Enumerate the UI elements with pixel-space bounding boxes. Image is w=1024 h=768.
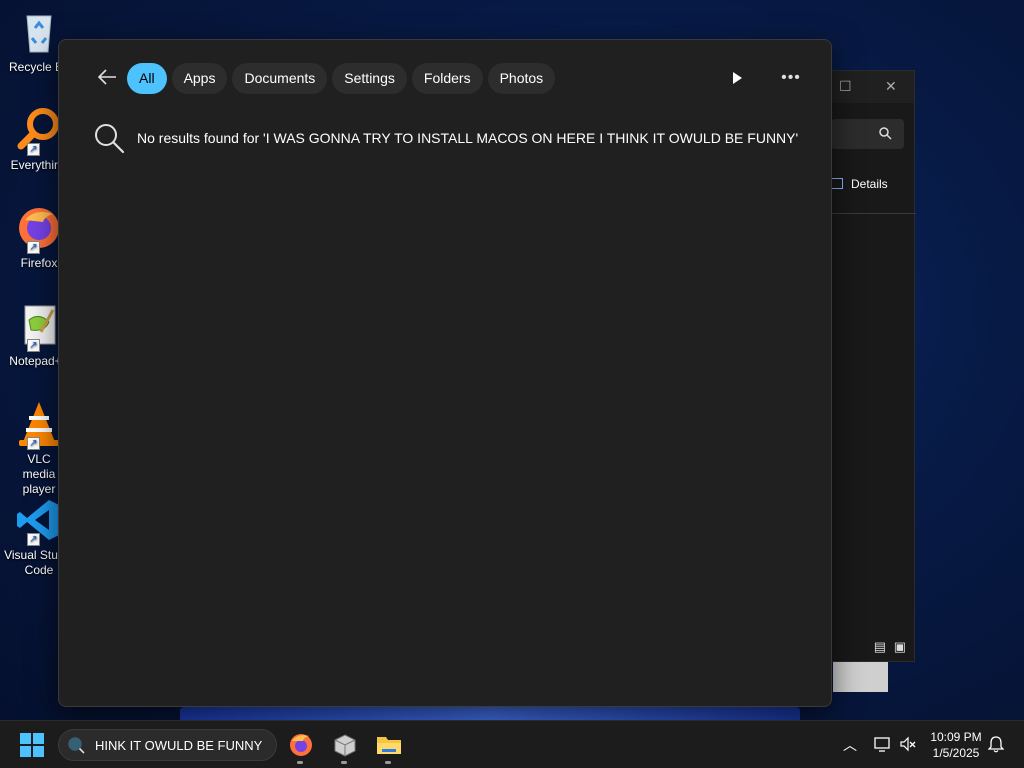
start-button[interactable] [20,733,44,757]
details-pane-icon [831,178,843,189]
details-button[interactable]: Details [831,177,888,191]
shortcut-arrow-icon: ↗ [27,533,40,546]
taskbar-app-file-explorer[interactable] [373,729,405,764]
search-filter-tabs: All Apps Documents Settings Folders Phot… [127,63,556,94]
taskbar-app-package[interactable] [329,729,361,764]
back-arrow-icon[interactable] [95,66,119,92]
shortcut-arrow-icon: ↗ [27,241,40,254]
view-toggle[interactable]: ▤ ▣ [874,639,906,655]
close-icon[interactable]: ✕ [885,78,897,95]
clock-time: 10:09 PM [930,730,982,744]
package-icon [334,734,356,757]
search-icon [95,124,125,154]
system-clock[interactable]: 10:09 PM 1/5/2025 [922,729,990,761]
maximize-icon[interactable]: ☐ [839,78,852,95]
more-options-icon[interactable]: ••• [779,66,803,90]
firefox-icon [290,734,312,756]
recycle-bin-icon [15,8,63,56]
details-label: Details [851,177,888,191]
shortcut-arrow-icon: ↗ [27,437,40,450]
volume-muted-icon[interactable] [899,735,917,758]
show-hidden-icons-chevron-icon[interactable]: ︿ [843,735,857,755]
vlc-icon: ↗ [15,400,63,450]
search-icon [68,737,85,754]
divider [831,213,916,214]
filter-photos[interactable]: Photos [487,63,556,94]
firefox-icon: ↗ [15,204,63,254]
filter-settings[interactable]: Settings [332,63,407,94]
no-results-message: No results found for 'I WAS GONNA TRY TO… [137,130,799,146]
taskbar-app-firefox[interactable] [285,729,317,764]
file-explorer-icon [377,737,401,754]
search-icon [879,127,892,140]
search-query-text[interactable]: HINK IT OWULD BE FUNNY [95,738,265,753]
windows-logo-icon [20,733,31,744]
tiles-view-icon[interactable]: ▣ [894,639,906,654]
search-flyout[interactable]: All Apps Documents Settings Folders Phot… [58,39,832,707]
vscode-icon: ↗ [15,496,63,546]
network-icon[interactable] [873,735,891,758]
notifications-bell-icon[interactable] [987,735,1005,758]
list-view-icon[interactable]: ▤ [874,639,886,654]
filter-all[interactable]: All [127,63,167,94]
clock-date: 1/5/2025 [932,746,980,760]
explorer-bottom-strip [833,662,888,692]
explorer-search-box[interactable] [831,119,904,149]
shortcut-arrow-icon: ↗ [27,143,40,156]
filter-folders[interactable]: Folders [411,63,483,94]
no-results-row: No results found for 'I WAS GONNA TRY TO… [93,122,798,154]
filter-documents[interactable]: Documents [232,63,328,94]
shortcut-arrow-icon: ↗ [27,339,40,352]
taskbar: HINK IT OWULD BE FUNNY ︿ 10:09 PM 1/5/20… [0,720,1024,768]
play-icon[interactable] [727,68,747,88]
everything-search-icon: ↗ [15,106,63,156]
taskbar-search-input[interactable]: HINK IT OWULD BE FUNNY [58,729,277,761]
notepad-plus-plus-icon: ↗ [15,302,63,352]
filter-apps[interactable]: Apps [171,63,228,94]
